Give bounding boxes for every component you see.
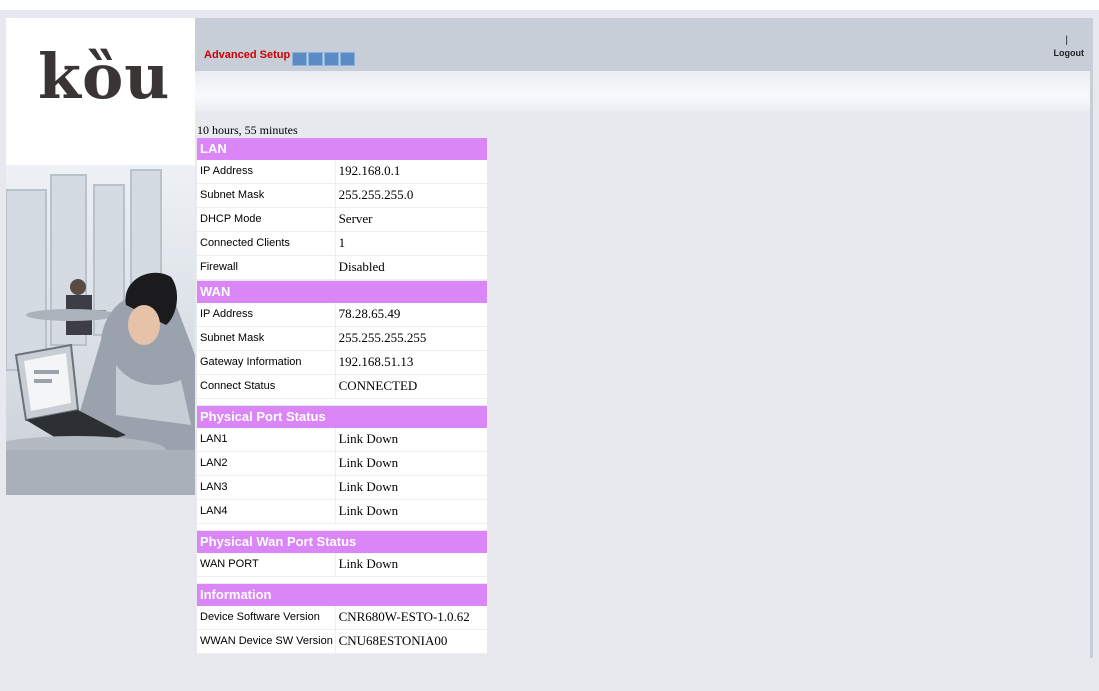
row-label: LAN2 [197, 452, 336, 475]
row-value: 192.168.51.13 [338, 354, 414, 369]
table-row: LAN4 Link Down [197, 500, 487, 524]
table-row: Subnet Mask 255.255.255.255 [197, 327, 487, 351]
status-table: LAN IP Address 192.168.0.1 Subnet Mask 2… [197, 137, 487, 654]
row-label: LAN3 [197, 476, 336, 499]
row-value: Link Down [338, 431, 399, 446]
row-value: CNU68ESTONIA00 [338, 633, 448, 648]
table-row: DHCP Mode Server [197, 208, 487, 232]
row-label: DHCP Mode [197, 208, 336, 231]
right-border [1090, 18, 1093, 658]
row-value: Link Down [338, 455, 399, 470]
row-value: 78.28.65.49 [338, 306, 401, 321]
row-label: Connect Status [197, 375, 336, 398]
logout-separator: | [1065, 35, 1068, 46]
row-value: 1 [338, 235, 346, 250]
row-value: CONNECTED [338, 378, 418, 393]
table-row: Connected Clients 1 [197, 232, 487, 256]
section-spacer [197, 577, 487, 583]
row-label: Firewall [197, 256, 336, 279]
nav-tab-4[interactable] [340, 52, 355, 66]
row-label: Device Software Version [197, 606, 336, 629]
nav-tab-3[interactable] [324, 52, 339, 66]
office-photo [6, 165, 195, 495]
row-value: Link Down [338, 479, 399, 494]
row-value: Link Down [338, 503, 399, 518]
table-row: LAN2 Link Down [197, 452, 487, 476]
row-label: Gateway Information [197, 351, 336, 374]
row-label: Connected Clients [197, 232, 336, 255]
sub-header-bar [195, 71, 1090, 111]
logout-link[interactable]: Logout [1054, 48, 1085, 58]
nav-tab-1[interactable] [292, 52, 307, 66]
table-row: Connect Status CONNECTED [197, 375, 487, 399]
section-header-information: Information [197, 584, 487, 606]
uptime-text: 10 hours, 55 minutes [197, 123, 298, 137]
brand-logo: kȍu [38, 40, 171, 113]
row-value: Disabled [338, 259, 385, 274]
table-row: IP Address 192.168.0.1 [197, 160, 487, 184]
row-label: WAN PORT [197, 553, 336, 576]
advanced-setup-link[interactable]: Advanced Setup [204, 49, 290, 61]
section-header-wan: WAN [197, 281, 487, 303]
section-header-physical-port: Physical Port Status [197, 406, 487, 428]
table-row: LAN1 Link Down [197, 428, 487, 452]
table-row: WWAN Device SW Version CNU68ESTONIA00 [197, 630, 487, 654]
row-value: Server [338, 211, 373, 226]
row-label: LAN1 [197, 428, 336, 451]
section-header-lan: LAN [197, 138, 487, 160]
row-value: 255.255.255.0 [338, 187, 414, 202]
row-value: Link Down [338, 556, 399, 571]
section-spacer [197, 399, 487, 405]
row-label: IP Address [197, 160, 336, 183]
row-label: Subnet Mask [197, 184, 336, 207]
row-label: IP Address [197, 303, 336, 326]
logo-area: kȍu [6, 18, 195, 166]
table-row: WAN PORT Link Down [197, 553, 487, 577]
table-row: LAN3 Link Down [197, 476, 487, 500]
row-value: 192.168.0.1 [338, 163, 401, 178]
table-row: Subnet Mask 255.255.255.0 [197, 184, 487, 208]
row-label: WWAN Device SW Version [197, 630, 336, 653]
table-row: Device Software Version CNR680W-ESTO-1.0… [197, 606, 487, 630]
header-bar: Advanced Setup | Logout [195, 18, 1090, 71]
row-label: LAN4 [197, 500, 336, 523]
table-row: Gateway Information 192.168.51.13 [197, 351, 487, 375]
nav-tab-2[interactable] [308, 52, 323, 66]
table-row: IP Address 78.28.65.49 [197, 303, 487, 327]
row-value: 255.255.255.255 [338, 330, 427, 345]
row-value: CNR680W-ESTO-1.0.62 [338, 609, 470, 624]
row-label: Subnet Mask [197, 327, 336, 350]
section-header-physical-wan: Physical Wan Port Status [197, 531, 487, 553]
table-row: Firewall Disabled [197, 256, 487, 280]
section-spacer [197, 524, 487, 530]
